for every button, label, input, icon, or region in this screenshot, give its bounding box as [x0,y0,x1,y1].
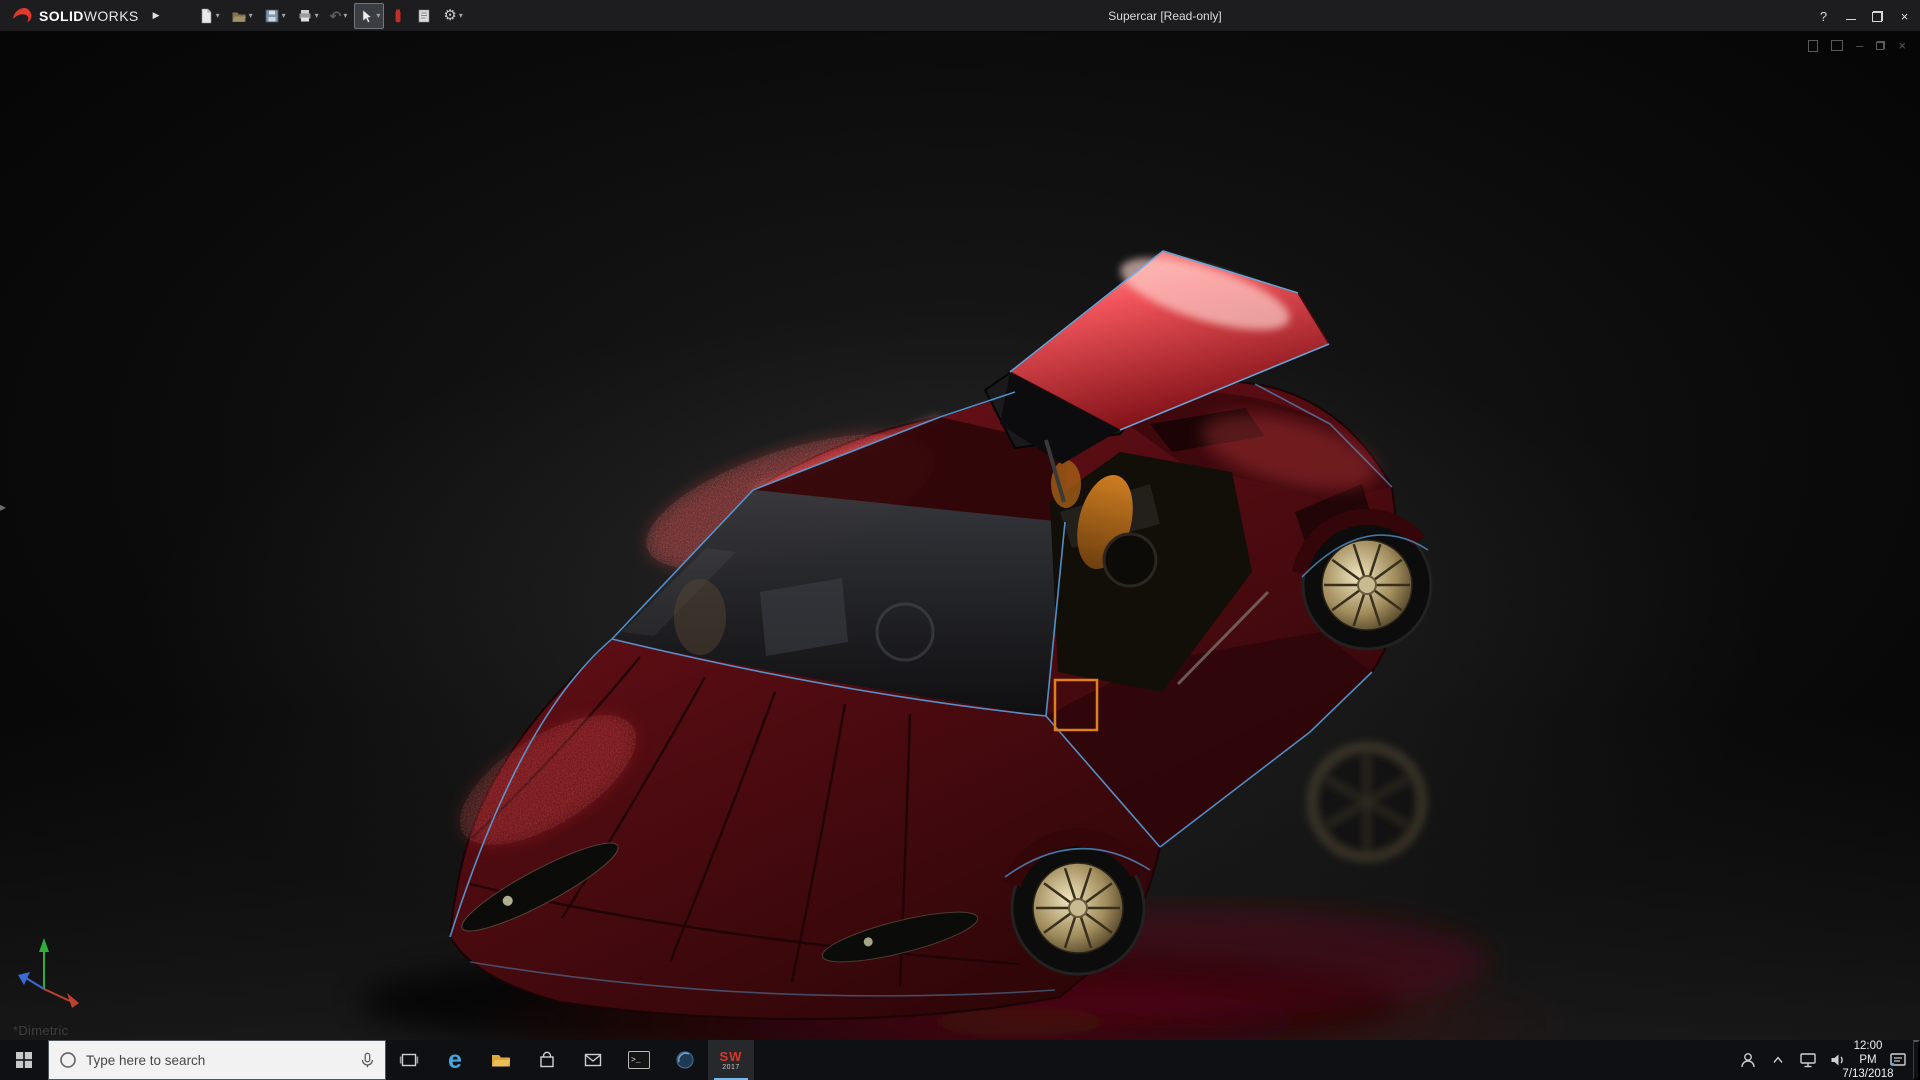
appearance-flask-icon [391,8,405,24]
doc-close-button[interactable]: × [1898,38,1906,53]
doc-minimize-button[interactable]: – [1856,38,1863,53]
open-folder-icon [231,8,247,24]
titlebar: SOLIDWORKS ▶ ▾ ▾ [0,0,1920,32]
dropdown-chevron-icon[interactable]: ▾ [282,12,286,20]
mail-button[interactable] [570,1040,616,1080]
minimize-button[interactable] [1837,0,1864,32]
restore-icon [1872,11,1883,22]
store-button[interactable] [524,1040,570,1080]
close-button[interactable]: × [1891,0,1918,32]
solidworks-2017-button[interactable]: SW 2017 [708,1040,754,1080]
command-prompt-button[interactable]: >_ [616,1040,662,1080]
document-window-controls: – × [1808,38,1906,53]
solidworks-logo: SOLIDWORKS [0,6,139,26]
featuremanager-flyout-arrow[interactable]: ▸ [0,500,6,514]
dropdown-chevron-icon[interactable]: ▾ [216,12,220,20]
document-properties-icon [416,8,432,24]
view-orientation-label: *Dimetric [13,1023,68,1038]
taskbar-clock[interactable]: 12:00 PM 7/13/2018 [1853,1040,1883,1080]
action-center-button[interactable] [1883,1040,1913,1080]
folder-icon [490,1050,512,1070]
appearances-button[interactable] [387,3,409,29]
save-button[interactable]: ▾ [260,3,290,29]
hidden-icons-button[interactable] [1763,1040,1793,1080]
app-icon [675,1050,695,1070]
solidworks-2017-icon: SW 2017 [720,1050,743,1071]
front-wheel [1012,837,1144,974]
dropdown-chevron-icon[interactable]: ▾ [459,12,463,20]
microphone-icon[interactable] [358,1050,376,1070]
dropdown-chevron-icon[interactable]: ▾ [249,12,253,20]
file-properties-button[interactable] [412,3,436,29]
clock-time: 12:00 PM [1853,1039,1883,1067]
taskbar-search[interactable] [48,1040,386,1080]
wheel-reflection [1311,746,1423,858]
windows-taskbar: e >_ [0,1040,1920,1080]
cortana-icon [58,1050,78,1070]
system-tray: 12:00 PM 7/13/2018 [1733,1040,1920,1080]
dropdown-chevron-icon[interactable]: ▾ [376,12,380,20]
new-document-button[interactable]: ▾ [194,3,224,29]
save-floppy-icon [264,8,280,24]
network-button[interactable] [1793,1040,1823,1080]
printer-icon [297,8,313,24]
restore-button[interactable] [1864,0,1891,32]
task-view-button[interactable] [386,1040,432,1080]
restore-icon [1876,41,1885,50]
action-center-icon [1888,1050,1908,1070]
gear-icon: ⚙ [443,8,456,23]
people-icon [1738,1050,1758,1070]
select-tool-button[interactable]: ▾ [354,3,384,29]
windows-logo-icon [14,1050,34,1070]
start-button[interactable] [0,1040,48,1080]
doc-restore-button[interactable] [1876,41,1885,50]
file-explorer-button[interactable] [478,1040,524,1080]
show-desktop-button[interactable] [1913,1040,1920,1080]
search-input[interactable] [86,1053,350,1068]
undo-icon: ↶ [330,9,342,23]
menu-expand-arrow[interactable]: ▶ [149,8,164,23]
chevron-up-icon [1770,1052,1786,1068]
help-button[interactable]: ? [1810,0,1837,32]
undo-button[interactable]: ↶ ▾ [326,3,352,29]
task-view-icon [399,1050,419,1070]
app-button[interactable] [662,1040,708,1080]
edge-button[interactable]: e [432,1040,478,1080]
solidworks-window: SOLIDWORKS ▶ ▾ ▾ [0,0,1920,1080]
new-document-icon [198,8,214,24]
window-controls: ? × [1810,0,1918,32]
options-button[interactable]: ⚙ ▾ [439,3,466,29]
document-icon[interactable] [1808,40,1818,52]
open-button[interactable]: ▾ [227,3,257,29]
edge-icon: e [448,1048,462,1073]
network-icon [1798,1050,1818,1070]
print-button[interactable]: ▾ [293,3,323,29]
people-button[interactable] [1733,1040,1763,1080]
minimize-icon [1846,19,1856,20]
dassault-systemes-logo-icon [10,6,34,26]
document-icon[interactable] [1831,40,1843,51]
mail-envelope-icon [583,1050,603,1070]
document-title: Supercar [Read-only] [1040,9,1290,23]
main-toolbar: ▾ ▾ ▾ [194,3,467,29]
dropdown-chevron-icon[interactable]: ▾ [343,12,347,20]
brand-name: SOLIDWORKS [39,8,139,24]
dropdown-chevron-icon[interactable]: ▾ [315,12,319,20]
command-prompt-icon: >_ [628,1051,650,1069]
store-bag-icon [537,1050,557,1070]
viewport-3d-scene[interactable] [0,32,1920,1040]
select-cursor-icon [358,8,374,24]
graphics-viewport[interactable]: – × ▸ *Dimetric [0,32,1920,1040]
